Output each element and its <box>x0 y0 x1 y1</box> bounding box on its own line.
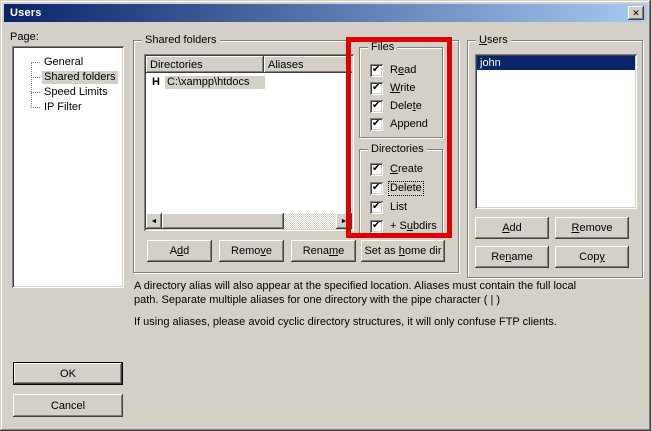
tree-item-speed-limits[interactable]: Speed Limits <box>14 85 122 100</box>
tree-dash-icon <box>31 92 40 93</box>
page-tree-inner: General Shared folders Speed Limits IP F… <box>14 48 122 286</box>
list-header-aliases[interactable]: Aliases <box>264 56 349 73</box>
scroll-left-icon: ◄ <box>151 218 158 225</box>
directory-row[interactable]: H C:\xampp\htdocs <box>146 75 352 89</box>
user-row-selected[interactable]: john <box>477 56 635 70</box>
tree-item-ip-filter[interactable]: IP Filter <box>14 100 122 115</box>
page-tree: General Shared folders Speed Limits IP F… <box>12 46 124 288</box>
users-list[interactable]: john <box>475 54 637 209</box>
directories-list[interactable]: Directories Aliases H C:\xampp\htdocs ◄ <box>144 54 354 231</box>
scroll-left-button[interactable]: ◄ <box>146 213 162 229</box>
window-title: Users <box>4 7 42 19</box>
cancel-button[interactable]: Cancel <box>13 394 123 417</box>
header-label: Aliases <box>268 59 303 71</box>
ok-button[interactable]: OK <box>13 362 123 385</box>
add-folder-button[interactable]: Add <box>147 240 212 262</box>
header-label: Directories <box>150 59 203 71</box>
scroll-thumb[interactable] <box>162 213 284 229</box>
scroll-track[interactable] <box>162 213 336 229</box>
note-line-2: path. Separate multiple aliases for one … <box>134 294 500 306</box>
title-bar[interactable]: Users ✕ <box>4 4 647 22</box>
button-label: Set as home dir <box>364 245 441 257</box>
button-label: Remove <box>231 245 272 257</box>
user-name: john <box>480 57 501 69</box>
users-list-body: john <box>477 56 635 207</box>
button-label: Add <box>502 222 522 234</box>
button-label: Copy <box>579 251 605 263</box>
directories-list-body: Directories Aliases H C:\xampp\htdocs ◄ <box>146 56 352 229</box>
users-group: Users john Add Remove Rename Copy <box>467 40 643 278</box>
tree-item-label[interactable]: IP Filter <box>42 101 84 114</box>
button-label: Cancel <box>51 400 85 412</box>
tree-item-general[interactable]: General <box>14 55 122 70</box>
users-dialog: Users ✕ Page: General Shared folders Spe… <box>0 0 651 431</box>
button-label: Rename <box>303 245 345 257</box>
set-as-home-dir-button[interactable]: Set as home dir <box>361 240 445 262</box>
tree-item-label[interactable]: Speed Limits <box>42 86 110 99</box>
copy-user-button[interactable]: Copy <box>555 246 629 268</box>
tree-item-shared-folders[interactable]: Shared folders <box>14 70 122 85</box>
tree-item-label-selected[interactable]: Shared folders <box>42 71 118 84</box>
tree-item-label[interactable]: General <box>42 56 85 69</box>
note-line-1: A directory alias will also appear at th… <box>134 280 576 292</box>
note-line-3: If using aliases, please avoid cyclic di… <box>134 316 557 328</box>
remove-user-button[interactable]: Remove <box>555 217 629 239</box>
tree-dash-icon <box>31 77 40 78</box>
tree-dash-icon <box>31 107 40 108</box>
rename-user-button[interactable]: Rename <box>475 246 549 268</box>
annotation-highlight-box <box>346 37 452 238</box>
close-button[interactable]: ✕ <box>628 6 644 20</box>
shared-folders-legend: Shared folders <box>142 34 220 47</box>
tree-dash-icon <box>31 62 40 63</box>
users-legend: Users <box>476 34 511 47</box>
rename-folder-button[interactable]: Rename <box>291 240 356 262</box>
remove-folder-button[interactable]: Remove <box>219 240 284 262</box>
button-label: Add <box>170 245 190 257</box>
list-header-directories[interactable]: Directories <box>146 56 264 73</box>
close-icon: ✕ <box>632 8 640 19</box>
page-label: Page: <box>10 31 39 43</box>
h-scrollbar[interactable]: ◄ ► <box>146 213 352 229</box>
button-label: OK <box>60 368 76 380</box>
directory-path[interactable]: C:\xampp\htdocs <box>165 76 265 89</box>
button-label: Rename <box>491 251 533 263</box>
button-label: Remove <box>572 222 613 234</box>
home-marker: H <box>152 76 160 88</box>
add-user-button[interactable]: Add <box>475 217 549 239</box>
